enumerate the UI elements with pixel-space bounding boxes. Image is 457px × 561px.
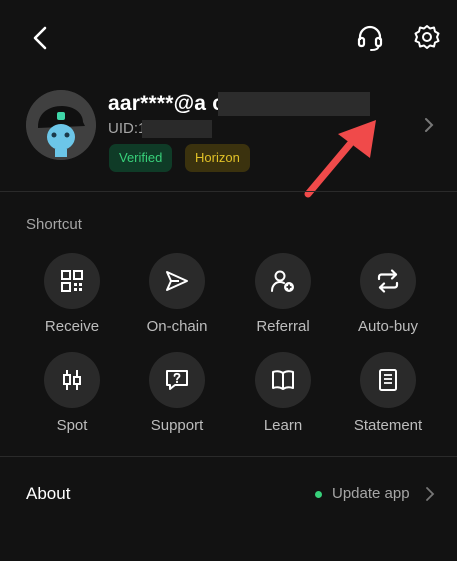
send-icon xyxy=(166,271,188,291)
about-label: About xyxy=(26,484,71,503)
shortcut-label: Learn xyxy=(263,417,303,434)
shortcut-support[interactable]: Support xyxy=(124,352,230,434)
avatar[interactable] xyxy=(26,90,96,160)
verified-badge: Verified xyxy=(109,144,173,172)
shortcut-auto-buy[interactable]: Auto-buy xyxy=(335,253,441,335)
update-app-link[interactable]: Update app xyxy=(332,485,410,502)
shortcut-label: Receive xyxy=(44,318,100,335)
repeat-icon xyxy=(377,269,399,293)
back-button[interactable] xyxy=(24,22,56,54)
qr-code-icon xyxy=(61,270,83,292)
uid-redaction xyxy=(142,120,212,138)
add-user-icon xyxy=(271,270,294,292)
candlestick-icon xyxy=(63,370,81,390)
email-redaction xyxy=(218,92,370,116)
shortcut-label: On-chain xyxy=(146,318,208,335)
back-icon xyxy=(33,26,47,50)
book-icon xyxy=(272,370,294,390)
support-button[interactable] xyxy=(354,22,386,54)
chevron-right-icon xyxy=(425,118,434,132)
shortcut-receive[interactable]: Receive xyxy=(19,253,125,335)
profile-card[interactable]: aar****@a com UID:1 99 Verified Horizon xyxy=(0,80,457,190)
settings-button[interactable] xyxy=(411,22,443,54)
shortcut-label: Support xyxy=(150,417,204,434)
shortcut-learn[interactable]: Learn xyxy=(230,352,336,434)
shortcut-spot[interactable]: Spot xyxy=(19,352,125,434)
annotation-arrow-icon xyxy=(304,120,376,198)
update-indicator-dot xyxy=(315,491,322,498)
shortcut-on-chain[interactable]: On-chain xyxy=(124,253,230,335)
avatar-icon xyxy=(26,90,96,160)
divider xyxy=(0,456,457,457)
shortcut-section-title: Shortcut xyxy=(26,216,82,233)
shortcut-label: Auto-buy xyxy=(357,318,419,335)
shortcut-statement[interactable]: Statement xyxy=(335,352,441,434)
chevron-right-icon xyxy=(426,487,435,501)
shortcut-label: Spot xyxy=(56,417,88,434)
document-icon xyxy=(379,369,397,391)
gear-icon xyxy=(414,25,440,49)
horizon-badge: Horizon xyxy=(185,144,250,172)
top-bar xyxy=(0,0,457,72)
divider xyxy=(0,191,457,192)
shortcut-label: Referral xyxy=(256,318,310,335)
help-chat-icon xyxy=(166,370,188,390)
about-row[interactable]: About Update app xyxy=(0,468,457,520)
shortcut-label: Statement xyxy=(353,417,423,434)
shortcut-referral[interactable]: Referral xyxy=(230,253,336,335)
headset-icon xyxy=(357,25,383,51)
